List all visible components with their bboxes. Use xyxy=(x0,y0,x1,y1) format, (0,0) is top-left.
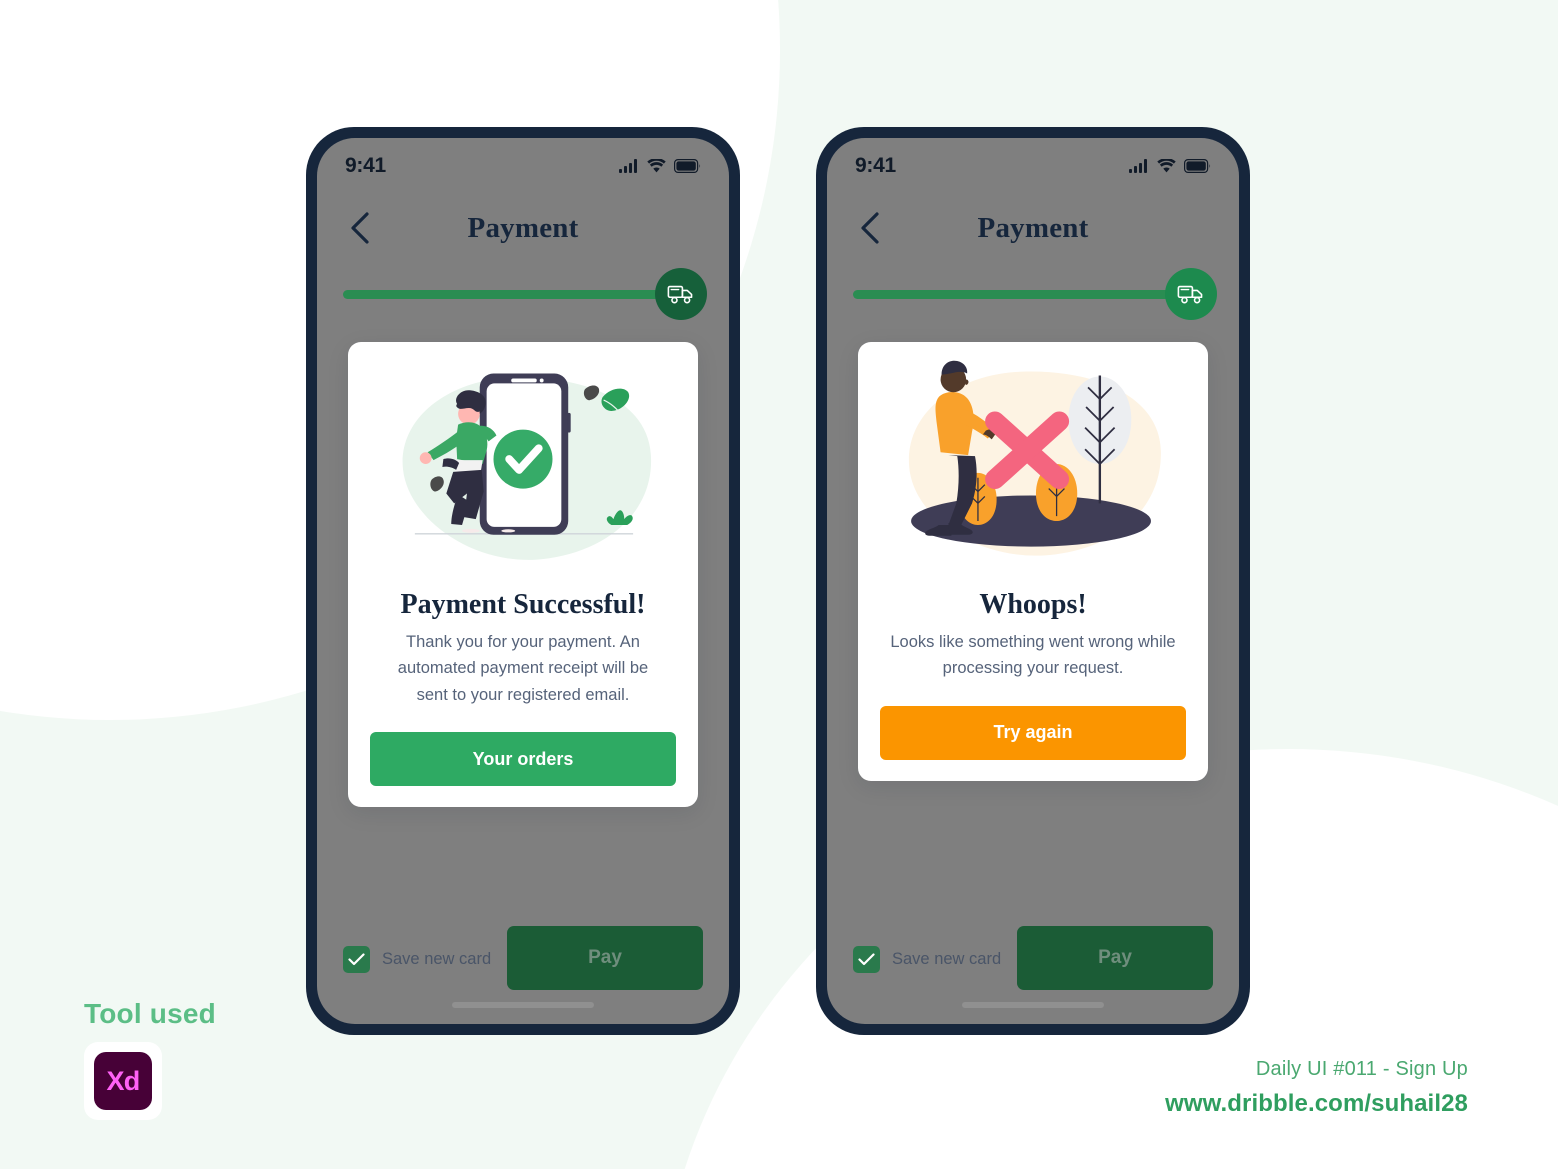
save-new-card-checkbox[interactable] xyxy=(853,946,880,973)
result-card-success: Payment Successful! Thank you for your p… xyxy=(348,342,698,808)
success-illustration xyxy=(402,373,652,560)
result-card-error: Whoops! Looks like something went wrong … xyxy=(858,342,1208,781)
save-new-card-checkbox[interactable] xyxy=(343,946,370,973)
card-description-success: Thank you for your payment. An automated… xyxy=(397,633,649,704)
status-time: 9:41 xyxy=(855,154,896,177)
card-description-error: Looks like something went wrong while pr… xyxy=(890,633,1176,678)
delivery-truck-icon xyxy=(1177,285,1203,304)
page-title: Payment xyxy=(977,211,1089,244)
credit-url[interactable]: www.dribble.com/suhail28 xyxy=(1165,1090,1468,1118)
wifi-icon xyxy=(647,159,666,173)
error-illustration xyxy=(908,360,1161,556)
try-again-button[interactable]: Try again xyxy=(880,705,1186,760)
status-icons xyxy=(1129,159,1211,173)
pay-button[interactable]: Pay xyxy=(507,926,703,990)
tool-used-block: Tool used Xd xyxy=(84,998,216,1120)
battery-icon xyxy=(674,159,701,173)
progress-track xyxy=(853,268,1217,320)
delivery-progress-badge xyxy=(1165,268,1217,320)
pay-button[interactable]: Pay xyxy=(1017,926,1213,990)
page-title: Payment xyxy=(467,211,579,244)
home-indicator xyxy=(452,1002,594,1008)
progress-bar-container xyxy=(317,266,729,322)
credits-block: Daily UI #011 - Sign Up www.dribble.com/… xyxy=(1165,1058,1468,1118)
status-time: 9:41 xyxy=(345,154,386,177)
delivery-progress-badge xyxy=(655,268,707,320)
adobe-xd-icon: Xd xyxy=(94,1052,152,1110)
cellular-signal-icon xyxy=(619,159,637,173)
status-bar: 9:41 xyxy=(827,138,1239,194)
card-title-success: Payment Successful! xyxy=(400,589,646,620)
nav-bar: Payment xyxy=(317,200,729,256)
nav-bar: Payment xyxy=(827,200,1239,256)
checkmark-icon xyxy=(858,953,875,966)
phone-screen-error: 9:41 Payment Whoops! Looks like somethin… xyxy=(827,138,1239,1024)
wifi-icon xyxy=(1157,159,1176,173)
phone-screen-success: 9:41 Payment Payment Successful! Thank y… xyxy=(317,138,729,1024)
delivery-truck-icon xyxy=(667,285,693,304)
checkmark-icon xyxy=(348,953,365,966)
progress-track xyxy=(343,268,707,320)
phone-mockup-success: 9:41 Payment Payment Successful! Thank y… xyxy=(306,127,740,1035)
battery-icon xyxy=(1184,159,1211,173)
your-orders-button[interactable]: Your orders xyxy=(370,732,676,787)
save-new-card-label: Save new card xyxy=(382,950,492,968)
save-card-group[interactable]: Save new card xyxy=(343,926,491,973)
home-indicator xyxy=(962,1002,1104,1008)
adobe-xd-icon-tile: Xd xyxy=(84,1042,162,1120)
phone-mockup-error: 9:41 Payment Whoops! Looks like somethin… xyxy=(816,127,1250,1035)
tool-used-label: Tool used xyxy=(84,998,216,1029)
status-icons xyxy=(619,159,701,173)
save-new-card-label: Save new card xyxy=(892,950,1002,968)
credit-challenge-label: Daily UI #011 - Sign Up xyxy=(1255,1058,1468,1080)
background-decoration xyxy=(0,0,1558,1169)
card-title-error: Whoops! xyxy=(979,589,1087,620)
progress-bar-container xyxy=(827,266,1239,322)
status-bar: 9:41 xyxy=(317,138,729,194)
cellular-signal-icon xyxy=(1129,159,1147,173)
save-card-group[interactable]: Save new card xyxy=(853,926,1001,973)
